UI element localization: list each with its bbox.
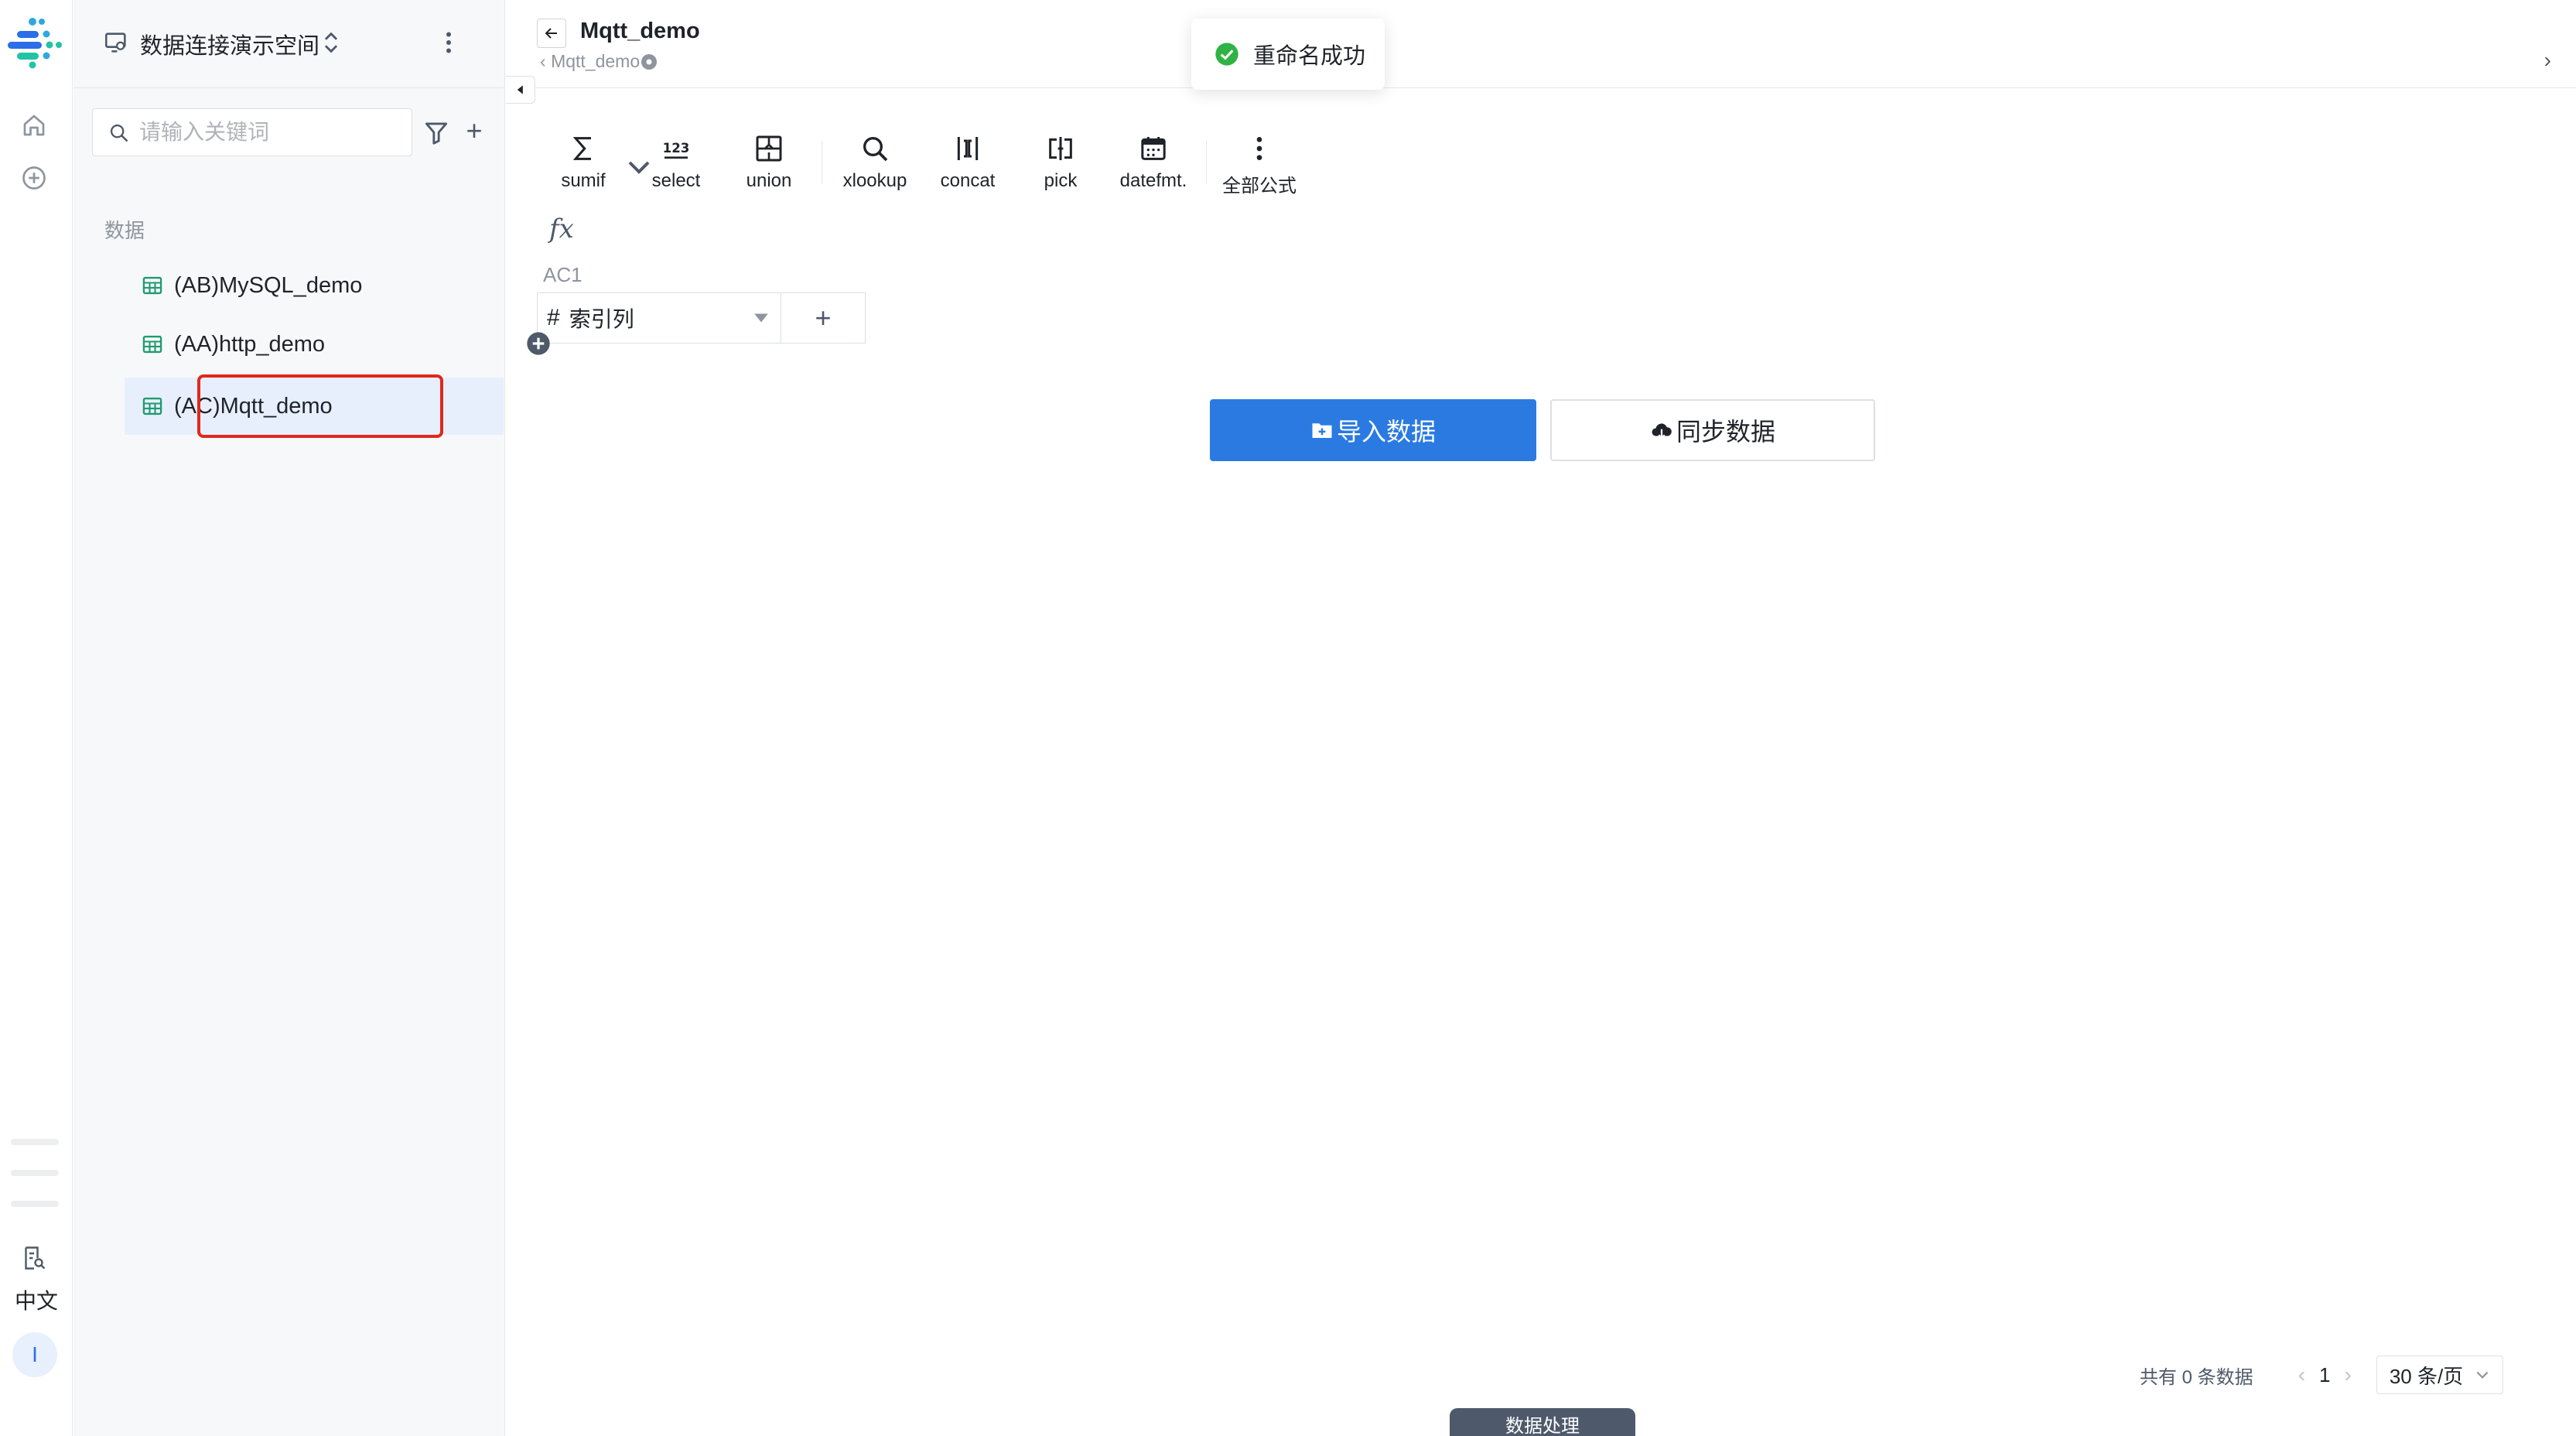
pick-icon: [1049, 137, 1072, 160]
toast-notification: 重命名成功: [1191, 19, 1385, 90]
chevron-down-icon: [2476, 1371, 2489, 1379]
chevron-left-icon: ‹: [540, 51, 552, 71]
prev-page-icon[interactable]: ‹: [2298, 1362, 2305, 1387]
tool-label: concat: [940, 170, 996, 191]
total-count: 共有 0 条数据: [2140, 1366, 2253, 1388]
avatar[interactable]: I: [12, 1332, 57, 1377]
sidebar-item-mysql-demo[interactable]: (AB)MySQL_demo: [125, 257, 504, 314]
docs-button[interactable]: [17, 1241, 51, 1275]
tool-label: select: [651, 170, 701, 191]
pagination: 共有 0 条数据 ‹ 1 › 30 条/页: [2140, 1354, 2503, 1396]
import-data-label: 导入数据: [1336, 418, 1436, 446]
caret-left-icon: [517, 85, 523, 94]
back-button[interactable]: [537, 19, 566, 48]
page-title: Mqtt_demo: [580, 19, 700, 43]
next-page-icon[interactable]: ›: [2344, 1362, 2351, 1387]
search-icon: [863, 137, 888, 162]
add-data-button[interactable]: +: [459, 116, 490, 147]
app-logo-icon[interactable]: [6, 14, 63, 70]
filter-icon[interactable]: [422, 118, 451, 147]
tool-all-formulas[interactable]: 全部公式: [1213, 133, 1306, 203]
plus-circle-icon: [22, 166, 46, 190]
tool-xlookup[interactable]: xlookup: [828, 133, 921, 203]
sidebar-item-http-demo[interactable]: (AA)http_demo: [125, 316, 504, 373]
tool-label: xlookup: [842, 170, 907, 191]
numbers-icon: 123: [663, 141, 690, 159]
page-size-value: 30 条/页: [2389, 1364, 2464, 1388]
sidebar-item-label: (AA)http_demo: [174, 331, 326, 357]
sidebar-item-label: (AB)MySQL_demo: [174, 272, 363, 298]
create-button[interactable]: [17, 161, 51, 195]
workspace-header: 数据连接演示空间: [73, 0, 505, 88]
chevron-down-icon[interactable]: [624, 152, 654, 183]
column-type-icon: #: [547, 305, 560, 330]
data-processing-tab[interactable]: 数据处理: [1450, 1408, 1635, 1436]
tool-label: union: [746, 170, 792, 191]
cloud-sync-icon: [1652, 423, 1672, 439]
home-icon: [23, 115, 45, 136]
tool-concat[interactable]: concat: [921, 133, 1014, 203]
add-column-button[interactable]: +: [781, 292, 866, 344]
calendar-icon: [1141, 137, 1166, 160]
breadcrumb-label: Mqtt_demo: [551, 51, 641, 71]
sync-data-button[interactable]: 同步数据: [1550, 399, 1875, 461]
check-circle-icon: [1215, 43, 1238, 66]
workspace-name[interactable]: 数据连接演示空间: [140, 28, 319, 60]
settings-dot-icon[interactable]: [641, 53, 658, 70]
add-row-icon[interactable]: [526, 331, 551, 356]
tool-label: sumif: [561, 170, 606, 191]
import-data-button[interactable]: 导入数据: [1210, 399, 1536, 461]
sidebar: 数据连接演示空间 + 数据 (AB)MySQL_demo (AA)http_de…: [73, 0, 505, 1436]
sigma-icon: [572, 137, 591, 160]
tool-label: datefmt.: [1119, 170, 1187, 191]
sheet-icon: [142, 276, 162, 295]
svg-text:123: 123: [663, 141, 690, 156]
collapse-sidebar-button[interactable]: [506, 76, 535, 104]
document-search-icon: [25, 1246, 46, 1270]
sheet-icon: [142, 335, 162, 354]
main-content: Mqtt_demo ‹ Mqtt_demo › 重命名成功 sumif 123 …: [506, 0, 2576, 1436]
tool-union[interactable]: union: [723, 133, 815, 203]
toolbar-divider: [1206, 141, 1207, 184]
formula-toolbar: sumif 123 select union xlookup concat pi…: [537, 133, 1306, 203]
workspace-icon: [104, 32, 126, 53]
toast-message: 重命名成功: [1253, 44, 1366, 69]
column-header-index[interactable]: # 索引列: [537, 292, 781, 344]
home-button[interactable]: [17, 108, 51, 142]
search-input[interactable]: [139, 117, 402, 148]
nav-rail: 中文 I: [0, 0, 73, 1436]
page-header: Mqtt_demo ‹ Mqtt_demo ›: [506, 0, 2576, 88]
tool-label: pick: [1044, 170, 1078, 191]
folder-plus-icon: [1312, 423, 1332, 438]
union-icon: [756, 135, 782, 162]
current-page[interactable]: 1: [2319, 1363, 2330, 1387]
fx-icon[interactable]: fx: [549, 214, 574, 244]
search-box: [92, 108, 412, 156]
breadcrumb[interactable]: ‹ Mqtt_demo: [540, 51, 658, 72]
search-icon: [110, 124, 128, 142]
language-switch[interactable]: 中文: [0, 1284, 73, 1315]
tool-datefmt[interactable]: datefmt.: [1107, 133, 1200, 203]
tool-pick[interactable]: pick: [1014, 133, 1107, 203]
tool-label: 全部公式: [1222, 176, 1297, 197]
page-size-select[interactable]: 30 条/页: [2376, 1356, 2503, 1394]
column-name: 索引列: [569, 307, 634, 331]
sync-data-label: 同步数据: [1676, 418, 1775, 446]
switch-workspace-icon[interactable]: [319, 29, 343, 56]
sheet-icon: [142, 397, 162, 415]
concat-icon: [957, 137, 979, 160]
selection-highlight: [197, 374, 443, 438]
more-vertical-icon[interactable]: [437, 28, 460, 57]
cell-reference: AC1: [543, 263, 583, 286]
tool-sumif[interactable]: sumif: [537, 133, 650, 203]
section-label: 数据: [104, 219, 145, 242]
chevron-right-icon[interactable]: ›: [2544, 48, 2551, 73]
more-vertical-icon: [1256, 137, 1262, 160]
caret-down-icon[interactable]: [753, 312, 770, 324]
arrow-left-icon: [545, 28, 557, 39]
